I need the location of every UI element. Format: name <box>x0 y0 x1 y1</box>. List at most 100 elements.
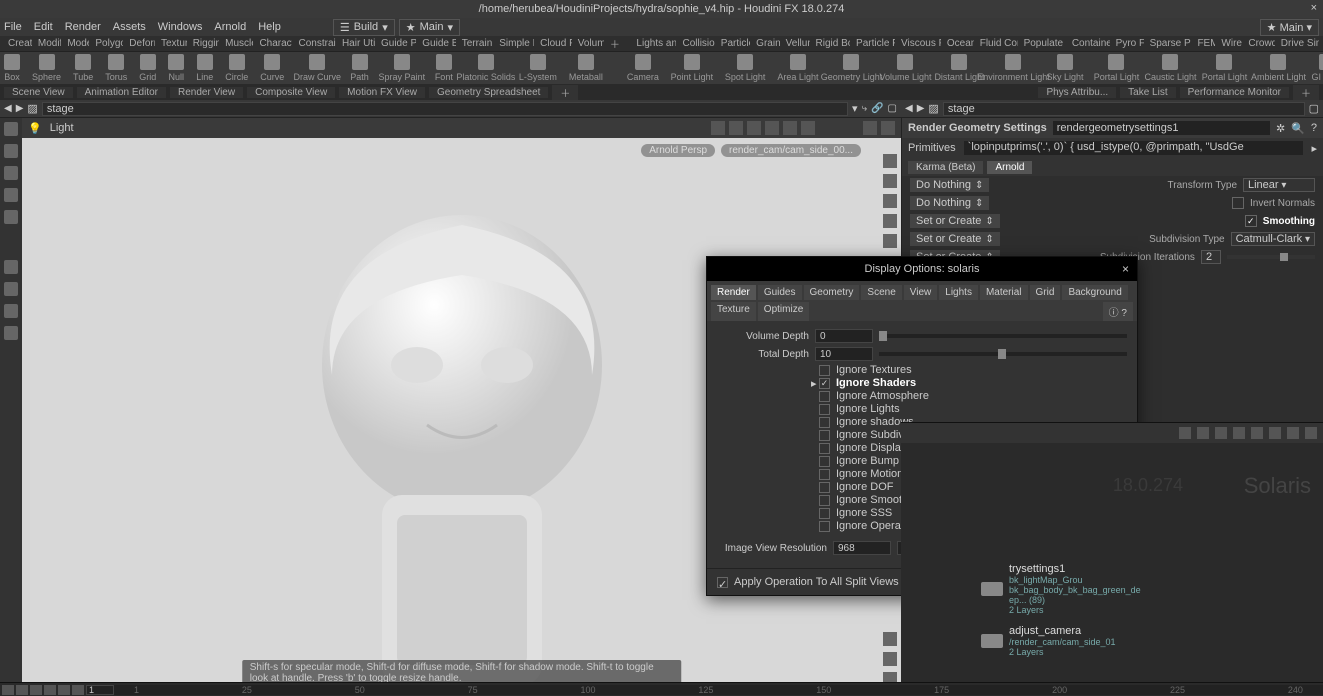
shelf-tab[interactable]: Terrain ... <box>458 38 494 49</box>
shelf-tab[interactable]: Muscles <box>221 38 253 49</box>
shelf-tab[interactable]: Drive Sim... <box>1277 38 1319 49</box>
dialog-help-icon[interactable]: ⓘ ? <box>1103 302 1133 321</box>
pane-tab[interactable]: Motion FX View <box>339 87 425 98</box>
shelf-tab[interactable]: Volume <box>574 38 604 49</box>
ignore-checkbox[interactable] <box>819 391 830 402</box>
pane-tab[interactable]: Render View <box>170 87 243 98</box>
subdiv-iter-field[interactable]: 2 <box>1201 250 1221 264</box>
last-frame-icon[interactable] <box>72 685 84 695</box>
shelf-tool[interactable]: Tube <box>73 54 93 82</box>
shelf-tab[interactable]: Guide Pr... <box>377 38 416 49</box>
vp-icon[interactable] <box>783 121 797 135</box>
nav-fwd-icon[interactable]: ▶ <box>917 103 925 114</box>
shelf-tool[interactable]: Font <box>435 54 453 82</box>
shelf-tool[interactable]: Platonic Solids <box>465 54 507 82</box>
net-icon[interactable] <box>1287 427 1299 439</box>
shelf-tab[interactable]: Particle Fl... <box>852 38 895 49</box>
camera-icon[interactable] <box>883 632 897 646</box>
shelf-tool[interactable]: Box <box>4 54 20 82</box>
dialog-tab[interactable]: Material <box>980 285 1028 300</box>
pathbar-menu-icon[interactable]: ▾ <box>852 102 858 115</box>
add-pane-icon[interactable]: ＋ <box>1293 85 1319 100</box>
shelf-tool[interactable]: Torus <box>105 54 127 82</box>
shelf-tool[interactable]: Volume Light <box>884 54 926 82</box>
ignore-checkbox[interactable] <box>819 365 830 376</box>
display-icon[interactable] <box>883 154 897 168</box>
shelf-tool[interactable]: GI Light <box>1311 54 1323 82</box>
primitives-field[interactable]: `lopinputprims('.', 0)` { usd_istype(0, … <box>964 141 1304 155</box>
shelf-tab[interactable]: FEM <box>1193 38 1215 49</box>
vp-icon[interactable] <box>801 121 815 135</box>
pane-tab[interactable]: Performance Monitor <box>1180 87 1289 98</box>
add-pane-icon[interactable]: ＋ <box>552 85 578 100</box>
menu-arnold[interactable]: Arnold <box>214 21 246 33</box>
display-icon[interactable] <box>883 174 897 188</box>
shelf-tab[interactable]: Model <box>63 38 89 49</box>
net-icon[interactable] <box>1305 427 1317 439</box>
shelf-tool[interactable]: Ambient Light <box>1257 54 1299 82</box>
ignore-checkbox[interactable] <box>819 443 830 454</box>
shelf-tool[interactable]: Null <box>168 54 184 82</box>
shelf-tab[interactable]: Container... <box>1068 38 1110 49</box>
shelf-tool[interactable]: Curve <box>260 54 284 82</box>
net-icon[interactable] <box>1179 427 1191 439</box>
ignore-checkbox[interactable] <box>819 508 830 519</box>
total-depth-input[interactable] <box>815 347 873 361</box>
select-tool-icon[interactable] <box>4 122 18 136</box>
snap-icon[interactable] <box>4 260 18 274</box>
help-icon[interactable] <box>881 121 895 135</box>
shelf-tab[interactable]: Crowds <box>1244 38 1274 49</box>
dialog-tab[interactable]: Texture <box>711 302 756 321</box>
nav-fwd-icon[interactable]: ▶ <box>16 103 24 114</box>
shelf-tool[interactable]: Draw Curve <box>296 54 338 82</box>
pane-tab[interactable]: Scene View <box>4 87 73 98</box>
pin-icon[interactable]: ⤷ <box>861 103 867 114</box>
shelf-tab[interactable]: Collisions <box>678 38 714 49</box>
search-icon[interactable]: 🔍 <box>1291 122 1305 135</box>
volume-depth-slider[interactable] <box>879 334 1127 338</box>
pane-tab[interactable]: Composite View <box>247 87 335 98</box>
close-window-icon[interactable]: × <box>1311 2 1317 14</box>
vp-icon[interactable] <box>729 121 743 135</box>
ignore-checkbox[interactable] <box>819 430 830 441</box>
prev-frame-icon[interactable] <box>16 685 28 695</box>
shelf-tab[interactable]: Modify <box>34 38 61 49</box>
network-view[interactable]: Solaris 18.0.274 trysettings1bk_lightMap… <box>901 443 1323 683</box>
snap-icon[interactable] <box>4 304 18 318</box>
transform-type-select[interactable]: Linear ▾ <box>1243 178 1315 192</box>
play-back-icon[interactable] <box>30 685 42 695</box>
snap-icon[interactable] <box>4 282 18 296</box>
network-node[interactable]: trysettings1bk_lightMap_Grou bk_bag_body… <box>981 563 1141 615</box>
ignore-checkbox[interactable] <box>819 495 830 506</box>
shelf-tool[interactable]: Spray Paint <box>381 54 423 82</box>
res-width-input[interactable] <box>833 541 891 555</box>
dialog-tab[interactable]: Grid <box>1030 285 1061 300</box>
shelf-tab[interactable]: Pyro FX <box>1112 38 1144 49</box>
shelf-tool[interactable]: Sky Light <box>1046 54 1083 82</box>
total-depth-slider[interactable] <box>879 352 1127 356</box>
rotate-tool-icon[interactable] <box>4 166 18 180</box>
pane-tab[interactable]: Animation Editor <box>77 87 166 98</box>
nav-back-icon[interactable]: ◀ <box>905 103 913 114</box>
subdiv-slider[interactable] <box>1227 255 1315 259</box>
ignore-checkbox[interactable] <box>819 521 830 532</box>
shelf-tab[interactable]: Polygon <box>91 38 123 49</box>
menu-edit[interactable]: Edit <box>34 21 53 33</box>
net-icon[interactable] <box>1197 427 1209 439</box>
menu-render[interactable]: Render <box>65 21 101 33</box>
shelf-tab[interactable]: Create <box>4 38 32 49</box>
smoothing-checkbox[interactable]: ✓ <box>1245 215 1257 227</box>
shelf-tool[interactable]: Environment Light <box>992 54 1034 82</box>
parm-tab-karma[interactable]: Karma (Beta) <box>908 161 983 174</box>
display-icon[interactable] <box>883 214 897 228</box>
shelf-tab[interactable]: Fluid Con... <box>976 38 1018 49</box>
pane-tab[interactable]: Geometry Spreadsheet <box>429 87 548 98</box>
maximize-icon[interactable]: ▢ <box>1309 102 1319 115</box>
gear-icon[interactable]: ✲ <box>1276 122 1285 135</box>
net-icon[interactable] <box>1269 427 1281 439</box>
shelf-tab[interactable]: Simple F... <box>495 38 534 49</box>
pane-tab[interactable]: Phys Attribu... <box>1038 87 1116 98</box>
pane-tab[interactable]: Take List <box>1120 87 1175 98</box>
shelf-tool[interactable]: Path <box>350 54 369 82</box>
ignore-checkbox[interactable] <box>819 417 830 428</box>
